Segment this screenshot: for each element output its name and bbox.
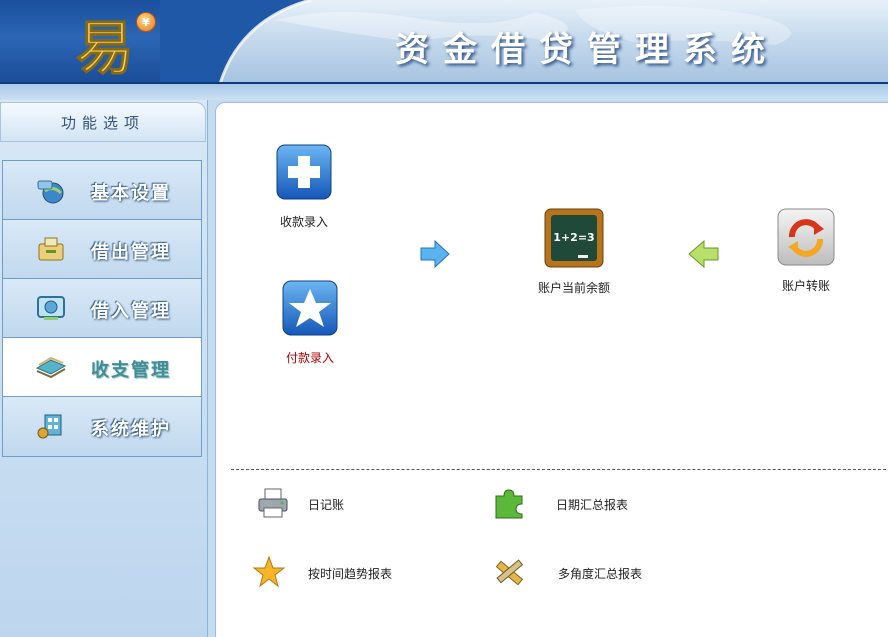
section-divider: [231, 469, 888, 470]
payment-entry-tile[interactable]: 付款录入: [280, 279, 340, 366]
sidebar-item-label: 借入管理: [91, 301, 171, 322]
sidebar-item-label: 借出管理: [91, 242, 171, 263]
pencil-ruler-icon: [495, 559, 524, 586]
refresh-transfer-icon: [777, 208, 835, 266]
account-transfer-label: 账户转账: [781, 279, 830, 293]
account-balance-tile[interactable]: 1+2=3 账户当前余额: [534, 207, 614, 296]
sidebar-item-label: 收支管理: [91, 360, 171, 381]
header-curve: [160, 0, 311, 82]
maintenance-icon: [37, 414, 62, 439]
arrow-right-icon: [420, 239, 450, 269]
receipt-entry-tile[interactable]: 收款录入: [274, 143, 334, 230]
receipt-entry-label: 收款录入: [279, 215, 328, 229]
monitor-in-icon: [37, 296, 65, 320]
puzzle-icon: [495, 489, 523, 519]
date-summary-label: 日期汇总报表: [556, 498, 629, 512]
box-out-icon: [38, 237, 64, 261]
main-panel: 收款录入 付款录入 1+2=3 账户当前余额 账户转账 日记账 日期汇总报表 按…: [215, 102, 888, 637]
chalkboard-text: 1+2=3: [553, 231, 594, 244]
app-title: 资金借贷管理系统: [395, 30, 779, 70]
header-band: [0, 84, 888, 100]
sidebar-title: 功能选项: [0, 102, 206, 142]
daily-journal-report[interactable]: 日记账: [256, 486, 376, 520]
account-transfer-tile[interactable]: 账户转账: [776, 207, 836, 294]
sidebar-item-basic-settings[interactable]: 基本设置: [3, 161, 201, 220]
settings-globe-icon: [37, 180, 64, 204]
sidebar-item-income-expense[interactable]: 收支管理: [3, 338, 201, 397]
star-icon: [282, 280, 338, 336]
sidebar-item-label: 基本设置: [91, 183, 171, 204]
printer-icon: [258, 488, 288, 518]
sidebar-item-system-maintenance[interactable]: 系统维护: [3, 397, 201, 456]
multi-angle-summary-label: 多角度汇总报表: [558, 567, 643, 581]
time-trend-label: 按时间趋势报表: [308, 567, 393, 581]
books-icon: [35, 356, 67, 379]
gold-star-icon: [252, 555, 286, 588]
account-balance-label: 账户当前余额: [537, 281, 610, 295]
sidebar-item-lend-out[interactable]: 借出管理: [3, 220, 201, 279]
date-summary-report[interactable]: 日期汇总报表: [492, 486, 642, 520]
payment-entry-label: 付款录入: [285, 351, 334, 365]
sidebar-menu: 基本设置 借出管理 借入管理 收支管理 系统维护: [2, 160, 202, 457]
logo-glyph: 易: [76, 14, 134, 76]
plus-icon: [276, 144, 332, 200]
app-header: 易 ¥ 资金借贷管理系统: [0, 0, 888, 84]
chalkboard-icon: 1+2=3: [544, 208, 604, 268]
time-trend-report[interactable]: 按时间趋势报表: [252, 555, 412, 589]
sidebar-item-label: 系统维护: [91, 419, 171, 440]
arrow-left-icon: [688, 239, 719, 269]
sidebar: 功能选项 基本设置 借出管理 借入管理 收支管理 系统维护: [0, 100, 208, 637]
daily-journal-label: 日记账: [308, 498, 345, 512]
multi-angle-summary-report[interactable]: 多角度汇总报表: [492, 555, 652, 589]
sidebar-item-borrow-in[interactable]: 借入管理: [3, 279, 201, 338]
coin-icon: ¥: [136, 12, 156, 32]
